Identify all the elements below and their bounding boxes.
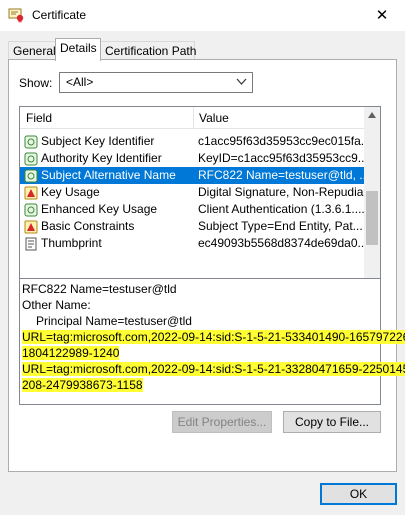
details-panel: Show: <All> Field Value Subject Key Iden… [8, 59, 405, 472]
field-name: Enhanced Key Usage [41, 202, 158, 216]
highlighted-detail-line: URL=tag:microsoft.com,2022-09-14:sid:S-1… [22, 330, 405, 344]
edit-properties-button[interactable]: Edit Properties... [172, 411, 272, 433]
field-name: Key Usage [41, 185, 100, 199]
list-item[interactable]: Authority Key Identifier KeyID=c1acc95f6… [20, 150, 365, 167]
list-item[interactable]: Basic Constraints Subject Type=End Entit… [20, 218, 365, 235]
highlighted-detail-line: 208-2479938673-1158 [22, 378, 143, 392]
close-icon[interactable]: ✕ [359, 0, 405, 31]
tab-certification-path[interactable]: Certification Path [100, 41, 196, 60]
critical-extension-icon [24, 220, 38, 234]
column-header-value[interactable]: Value [199, 111, 229, 125]
scrollbar-thumb[interactable] [366, 191, 378, 245]
field-value: Subject Type=End Entity, Pat... [198, 219, 363, 233]
detail-line: RFC822 Name=testuser@tld [22, 282, 177, 296]
detail-line: Principal Name=testuser@tld [36, 314, 192, 328]
field-name: Basic Constraints [41, 219, 135, 233]
column-divider[interactable] [193, 107, 194, 129]
certificate-app-icon [8, 8, 24, 23]
field-value: ec49093b5568d8374de69da0... [198, 236, 364, 250]
list-item[interactable]: Subject Key Identifier c1acc95f63d35953c… [20, 133, 365, 150]
field-name: Subject Alternative Name [41, 168, 176, 182]
list-item[interactable]: Thumbprint ec49093b5568d8374de69da0... [20, 235, 365, 252]
field-name: Thumbprint [41, 236, 102, 250]
show-label: Show: [19, 76, 53, 90]
detail-line: Other Name: [22, 298, 91, 312]
tab-details[interactable]: Details [55, 38, 101, 61]
field-value: RFC822 Name=testuser@tld, ... [198, 168, 364, 182]
field-name: Subject Key Identifier [41, 134, 155, 148]
chevron-down-icon [236, 78, 247, 85]
highlighted-detail-line: URL=tag:microsoft.com,2022-09-14:sid:S-1… [22, 362, 405, 376]
field-value: Digital Signature, Non-Repudia... [198, 185, 364, 199]
window-title: Certificate [32, 8, 87, 22]
field-name: Authority Key Identifier [41, 151, 162, 165]
highlighted-detail-line: 1804122989-1240 [22, 346, 120, 360]
ok-button[interactable]: OK [320, 483, 397, 505]
show-dropdown-value: <All> [66, 75, 94, 89]
field-list[interactable]: Field Value Subject Key Identifier c1acc… [19, 106, 381, 305]
title-bar: Certificate ✕ [0, 0, 405, 31]
cert-extension-icon [24, 169, 38, 183]
scroll-up-icon[interactable] [367, 111, 377, 119]
list-scrollbar[interactable] [364, 107, 380, 304]
field-value: KeyID=c1acc95f63d35953cc9... [198, 151, 364, 165]
list-item-selected[interactable]: Subject Alternative Name RFC822 Name=tes… [20, 167, 365, 184]
tab-general[interactable]: General [8, 41, 56, 60]
show-dropdown[interactable]: <All> [59, 72, 253, 93]
field-value: c1acc95f63d35953cc9ec015fa... [198, 134, 364, 148]
property-icon [25, 237, 37, 251]
critical-extension-icon [24, 186, 38, 200]
field-value: Client Authentication (1.3.6.1.... [198, 202, 364, 216]
list-header: Field Value [20, 107, 365, 129]
list-item[interactable]: Enhanced Key Usage Client Authentication… [20, 201, 365, 218]
copy-to-file-button[interactable]: Copy to File... [283, 411, 381, 433]
field-detail-textbox[interactable]: RFC822 Name=testuser@tld Other Name: Pri… [19, 278, 405, 405]
column-header-field[interactable]: Field [26, 111, 52, 125]
cert-extension-icon [24, 203, 38, 217]
list-item[interactable]: Key Usage Digital Signature, Non-Repudia… [20, 184, 365, 201]
cert-extension-icon [24, 135, 38, 149]
cert-extension-icon [24, 152, 38, 166]
